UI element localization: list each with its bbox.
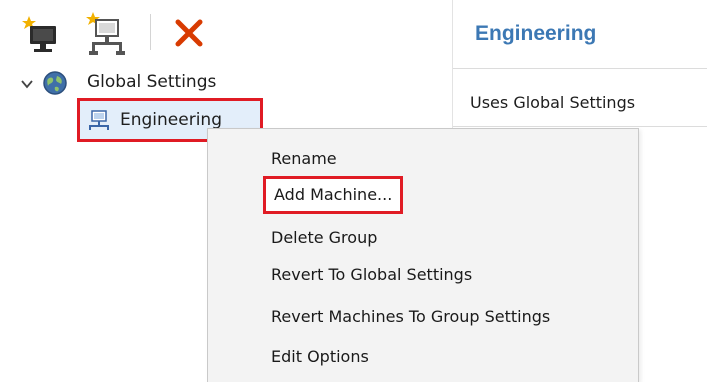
menu-item-delete-group[interactable]: Delete Group [271,228,377,247]
delete-x-icon[interactable] [170,10,214,58]
details-separator-2 [453,126,707,127]
menu-item-edit-options[interactable]: Edit Options [271,347,369,366]
details-title: Engineering [475,22,597,45]
tree-node-global-settings[interactable]: Global Settings [87,72,216,92]
menu-item-revert-to-global[interactable]: Revert To Global Settings [271,265,472,284]
add-computer-icon[interactable] [20,10,64,58]
network-group-icon [87,110,111,132]
details-header: Engineering [453,0,707,68]
chevron-down-icon[interactable] [20,76,34,90]
add-network-group-icon[interactable] [84,10,128,58]
context-menu: Rename Add Machine... Delete Group Rever… [207,128,639,382]
tree-node-label: Engineering [120,110,222,130]
details-separator [453,68,707,69]
toolbar-separator [150,14,151,50]
menu-item-rename[interactable]: Rename [271,149,337,168]
toolbar [0,0,452,68]
details-subtitle: Uses Global Settings [470,93,636,112]
menu-item-add-machine[interactable]: Add Machine... [263,176,404,214]
globe-icon [42,70,68,96]
menu-item-revert-machines[interactable]: Revert Machines To Group Settings [271,307,550,326]
